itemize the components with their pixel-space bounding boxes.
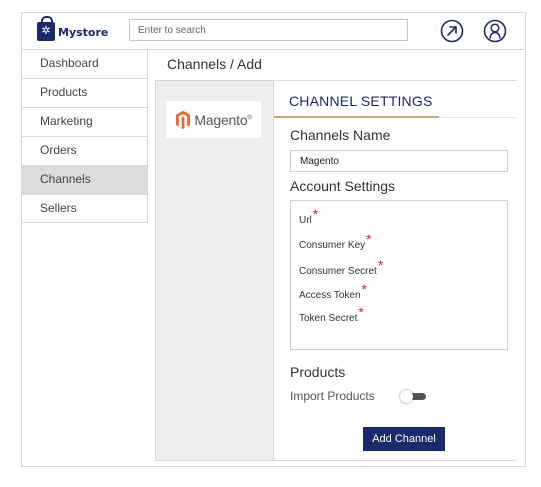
consumer-secret-field[interactable]: Consumer Secret* <box>299 257 383 277</box>
add-channel-button[interactable]: Add Channel <box>363 427 445 451</box>
shopping-bag-icon: ✲ <box>37 16 55 41</box>
sidebar-item-channels[interactable]: Channels <box>22 166 147 195</box>
access-token-field[interactable]: Access Token* <box>299 281 367 301</box>
channels-name-input[interactable] <box>290 150 508 172</box>
brand-name: Mystore <box>58 25 109 39</box>
token-secret-field[interactable]: Token Secret* <box>299 304 364 324</box>
url-field[interactable]: Url* <box>299 206 318 226</box>
magento-logo-icon <box>175 110 191 130</box>
sidebar-nav: Dashboard Products Marketing Orders Chan… <box>22 50 148 223</box>
channel-add-panel: Magento® CHANNEL SETTINGS Channels Name … <box>155 80 517 461</box>
brand-logo[interactable]: ✲ Mystore <box>37 16 109 41</box>
account-settings-heading: Account Settings <box>290 178 396 194</box>
sidebar-item-orders[interactable]: Orders <box>22 137 147 166</box>
search-input[interactable] <box>129 19 408 41</box>
breadcrumb: Channels / Add <box>167 56 262 72</box>
title-underline <box>274 116 439 118</box>
products-heading: Products <box>290 364 346 380</box>
title-divider <box>439 117 517 118</box>
sidebar-item-dashboard[interactable]: Dashboard <box>22 50 147 79</box>
settings-title: CHANNEL SETTINGS <box>289 93 433 109</box>
toggle-knob <box>400 390 413 403</box>
sidebar-item-products[interactable]: Products <box>22 79 147 108</box>
sidebar-item-marketing[interactable]: Marketing <box>22 108 147 137</box>
open-external-icon[interactable] <box>440 19 464 43</box>
channel-settings-form: CHANNEL SETTINGS Channels Name Account S… <box>273 81 517 460</box>
channel-name-label: Magento® <box>194 111 252 128</box>
import-products-label: Import Products <box>290 389 375 403</box>
user-profile-icon[interactable] <box>483 19 507 43</box>
consumer-key-field[interactable]: Consumer Key* <box>299 231 372 251</box>
magento-channel-card[interactable]: Magento® <box>166 101 261 138</box>
top-header: ✲ Mystore <box>22 13 525 50</box>
channels-name-heading: Channels Name <box>290 127 391 143</box>
import-products-toggle[interactable] <box>400 390 426 403</box>
sidebar-item-sellers[interactable]: Sellers <box>22 195 147 224</box>
account-settings-box: Url* Consumer Key* Consumer Secret* Acce… <box>290 200 508 350</box>
app-window: ✲ Mystore Dashboard Products Marketing O… <box>21 12 526 467</box>
